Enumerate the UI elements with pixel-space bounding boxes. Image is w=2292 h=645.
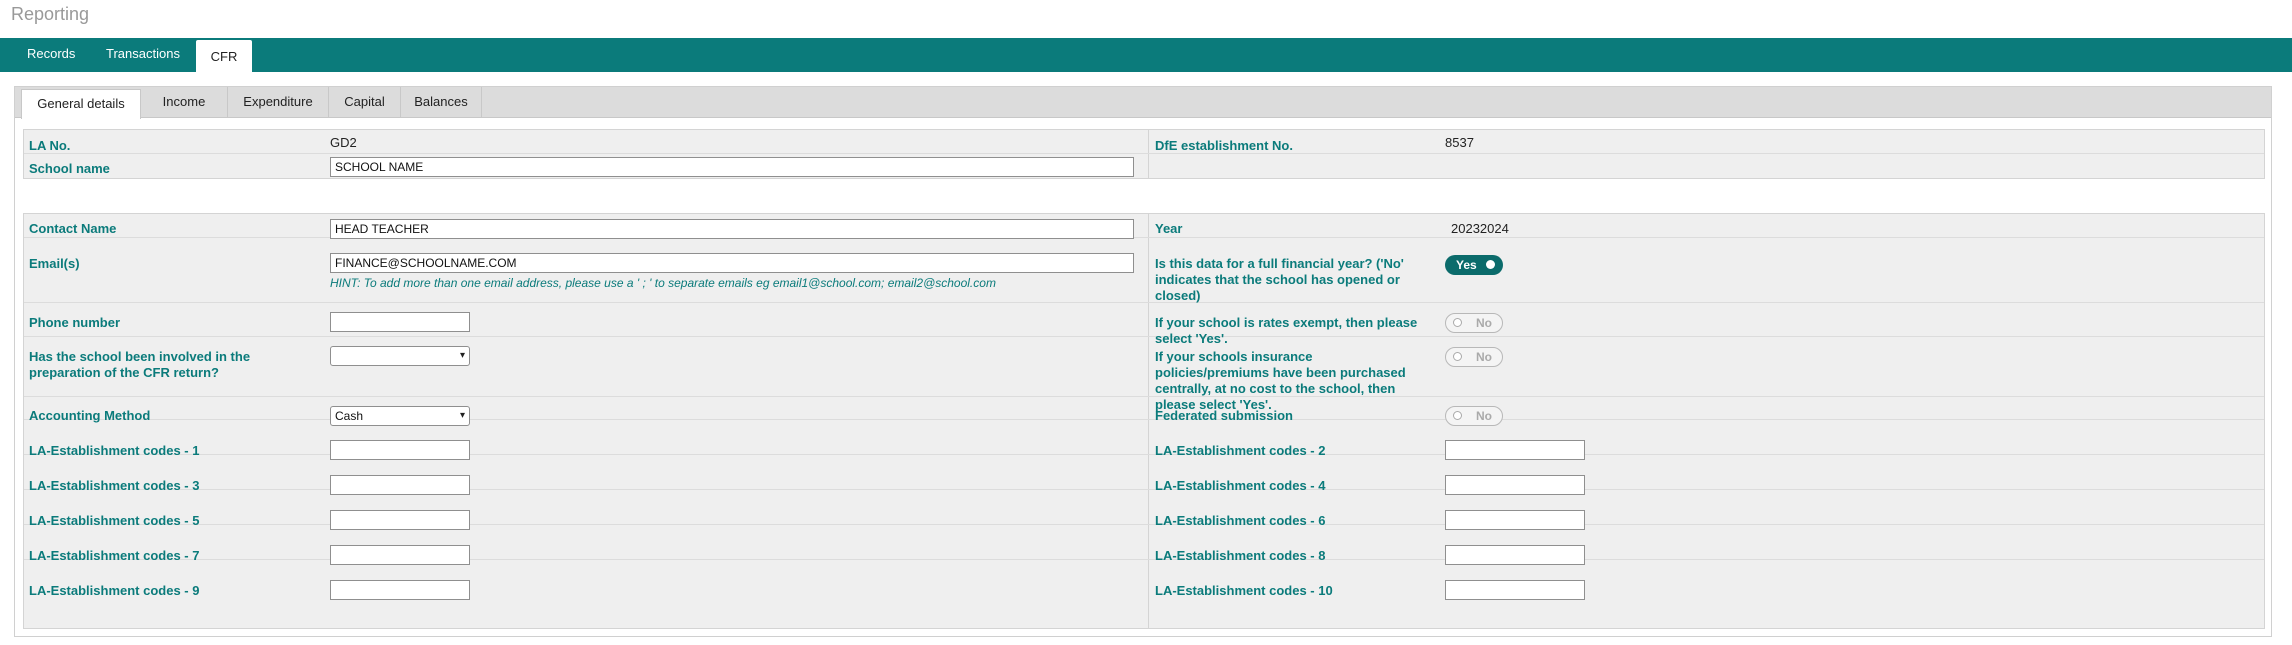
la-code-2-label: LA-Establishment codes - 2 [1155, 443, 1326, 458]
subtab-expenditure[interactable]: Expenditure [228, 87, 329, 117]
la-code-8-input[interactable] [1445, 545, 1585, 565]
la-code-1-label: LA-Establishment codes - 1 [29, 443, 200, 458]
subtab-bar: General details Income Expenditure Capit… [15, 87, 2271, 119]
cfr-panel: General details Income Expenditure Capit… [14, 86, 2272, 637]
establishment-section: LA No. GD2 DfE establishment No. 8537 Sc… [23, 129, 2265, 179]
la-code-4-label: LA-Establishment codes - 4 [1155, 478, 1326, 493]
page-title: Reporting [11, 4, 90, 24]
la-code-9-label: LA-Establishment codes - 9 [29, 583, 200, 598]
toggle-knob-icon [1486, 260, 1495, 269]
school-name-label: School name [29, 161, 110, 176]
phone-label: Phone number [29, 315, 121, 330]
la-code-3-input[interactable] [330, 475, 470, 495]
contact-section: Contact Name HEAD TEACHER Year 20232024 … [23, 213, 2265, 629]
federated-toggle-label: No [1476, 409, 1492, 423]
la-no-value: GD2 [330, 135, 357, 150]
insurance-toggle[interactable]: No [1445, 347, 1503, 367]
full-year-toggle[interactable]: Yes [1445, 255, 1503, 275]
subtab-balances[interactable]: Balances [401, 87, 482, 117]
la-code-2-input[interactable] [1445, 440, 1585, 460]
rates-exempt-label: If your school is rates exempt, then ple… [1155, 315, 1418, 346]
subtab-capital[interactable]: Capital [329, 87, 401, 117]
year-label: Year [1155, 221, 1183, 236]
la-code-1-input[interactable] [330, 440, 470, 460]
full-year-toggle-label: Yes [1456, 258, 1477, 272]
tab-cfr[interactable]: CFR [196, 40, 252, 72]
email-input[interactable]: FINANCE@SCHOOLNAME.COM [330, 253, 1134, 273]
dfe-establishment-value: 8537 [1445, 135, 1474, 150]
chevron-down-icon: ▾ [459, 410, 465, 421]
year-value: 20232024 [1451, 221, 1509, 236]
la-code-7-label: LA-Establishment codes - 7 [29, 548, 200, 563]
chevron-down-icon: ▾ [459, 350, 465, 361]
school-name-input[interactable]: SCHOOL NAME [330, 157, 1134, 177]
la-code-6-input[interactable] [1445, 510, 1585, 530]
accounting-method-value: Cash [335, 409, 364, 423]
involved-select[interactable]: ▾ [330, 346, 470, 366]
la-code-3-label: LA-Establishment codes - 3 [29, 478, 200, 493]
la-code-9-input[interactable] [330, 580, 470, 600]
la-code-5-label: LA-Establishment codes - 5 [29, 513, 200, 528]
dfe-establishment-label: DfE establishment No. [1155, 138, 1293, 153]
email-label: Email(s) [29, 256, 80, 271]
la-code-10-label: LA-Establishment codes - 10 [1155, 583, 1333, 598]
la-code-10-input[interactable] [1445, 580, 1585, 600]
federated-label: Federated submission [1155, 408, 1293, 423]
tab-transactions[interactable]: Transactions [106, 38, 180, 72]
la-code-4-input[interactable] [1445, 475, 1585, 495]
tab-records[interactable]: Records [27, 38, 75, 72]
la-code-5-input[interactable] [330, 510, 470, 530]
rates-exempt-toggle[interactable]: No [1445, 313, 1503, 333]
rates-exempt-toggle-label: No [1476, 316, 1492, 330]
full-year-label: Is this data for a full financial year? … [1155, 256, 1404, 303]
la-no-label: LA No. [29, 138, 71, 153]
la-code-6-label: LA-Establishment codes - 6 [1155, 513, 1326, 528]
phone-input[interactable] [330, 312, 470, 332]
accounting-method-select[interactable]: Cash ▾ [330, 406, 470, 426]
contact-name-input[interactable]: HEAD TEACHER [330, 219, 1134, 239]
involved-label: Has the school been involved in the prep… [29, 349, 251, 380]
contact-name-label: Contact Name [29, 221, 117, 236]
subtab-income[interactable]: Income [141, 87, 228, 117]
toggle-knob-icon [1453, 352, 1462, 361]
accounting-method-label: Accounting Method [29, 408, 151, 423]
email-hint: HINT: To add more than one email address… [330, 276, 996, 290]
insurance-label: If your schools insurance policies/premi… [1155, 349, 1406, 412]
la-code-7-input[interactable] [330, 545, 470, 565]
federated-toggle[interactable]: No [1445, 406, 1503, 426]
insurance-toggle-label: No [1476, 350, 1492, 364]
toggle-knob-icon [1453, 318, 1462, 327]
top-navigation: Records Transactions CFR [0, 38, 2292, 72]
toggle-knob-icon [1453, 411, 1462, 420]
la-code-8-label: LA-Establishment codes - 8 [1155, 548, 1326, 563]
subtab-general-details[interactable]: General details [21, 89, 141, 119]
